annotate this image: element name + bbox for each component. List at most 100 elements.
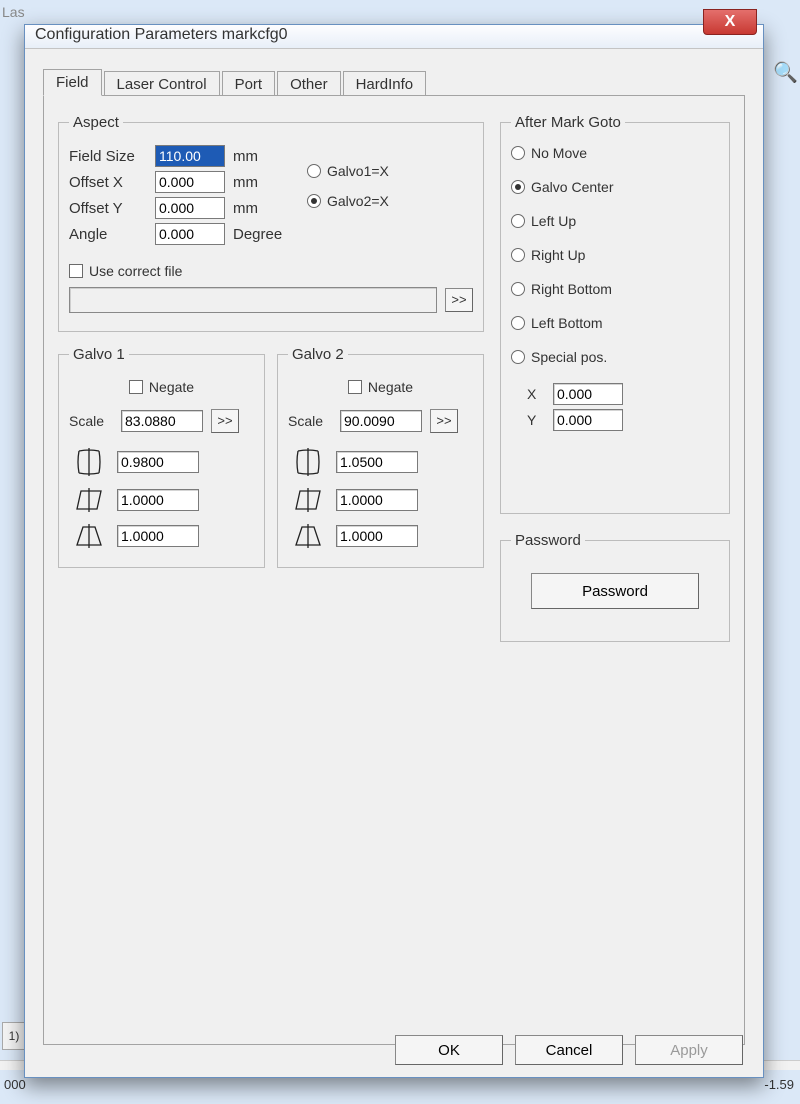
galvo2-trapezoid-input[interactable] bbox=[336, 525, 418, 547]
tab-hardinfo[interactable]: HardInfo bbox=[343, 71, 427, 98]
barrel-icon bbox=[288, 447, 328, 477]
radio-left-bottom-label: Left Bottom bbox=[531, 315, 603, 331]
close-button[interactable]: X bbox=[703, 9, 757, 35]
tab-laser-control[interactable]: Laser Control bbox=[104, 71, 220, 98]
password-group: Password Password bbox=[500, 532, 730, 642]
radio-galvo2x-label: Galvo2=X bbox=[327, 193, 389, 209]
apply-button[interactable]: Apply bbox=[635, 1035, 743, 1065]
ok-button[interactable]: OK bbox=[395, 1035, 503, 1065]
barrel-icon bbox=[69, 447, 109, 477]
radio-dot bbox=[511, 146, 525, 160]
radio-special-pos[interactable]: Special pos. bbox=[511, 349, 607, 365]
goto-y-label: Y bbox=[527, 412, 545, 428]
radio-dot bbox=[511, 282, 525, 296]
use-correct-file-label: Use correct file bbox=[89, 263, 182, 279]
galvo1-trapezoid-input[interactable] bbox=[117, 525, 199, 547]
radio-dot bbox=[511, 350, 525, 364]
radio-right-bottom[interactable]: Right Bottom bbox=[511, 281, 612, 297]
radio-right-bottom-label: Right Bottom bbox=[531, 281, 612, 297]
offset-y-input[interactable] bbox=[155, 197, 225, 219]
checkbox-box bbox=[348, 380, 362, 394]
goto-x-label: X bbox=[527, 386, 545, 402]
galvo2-negate-label: Negate bbox=[368, 379, 413, 395]
galvo1-scale-input[interactable] bbox=[121, 410, 203, 432]
offset-x-input[interactable] bbox=[155, 171, 225, 193]
galvo2-scale-label: Scale bbox=[288, 413, 332, 429]
radio-right-up[interactable]: Right Up bbox=[511, 247, 585, 263]
radio-galvo-center-label: Galvo Center bbox=[531, 179, 613, 195]
bg-app-name: Las bbox=[2, 4, 25, 20]
dialog-title: Configuration Parameters markcfg0 bbox=[35, 26, 288, 43]
radio-no-move-label: No Move bbox=[531, 145, 587, 161]
galvo1-scale-label: Scale bbox=[69, 413, 113, 429]
radio-left-bottom[interactable]: Left Bottom bbox=[511, 315, 603, 331]
galvo2-parallelogram-input[interactable] bbox=[336, 489, 418, 511]
tab-other[interactable]: Other bbox=[277, 71, 341, 98]
radio-dot bbox=[307, 194, 321, 208]
password-button[interactable]: Password bbox=[531, 573, 699, 609]
radio-galvo-center[interactable]: Galvo Center bbox=[511, 179, 613, 195]
radio-special-pos-label: Special pos. bbox=[531, 349, 607, 365]
tab-field[interactable]: Field bbox=[43, 69, 102, 96]
galvo1-scale-browse-button[interactable]: >> bbox=[211, 409, 239, 433]
use-correct-file-checkbox[interactable]: Use correct file bbox=[69, 263, 182, 279]
parallelogram-icon bbox=[288, 487, 328, 513]
bg-coord-left: 000 bbox=[4, 1077, 26, 1092]
tab-port[interactable]: Port bbox=[222, 71, 276, 98]
radio-no-move[interactable]: No Move bbox=[511, 145, 587, 161]
bg-coord-right: -1.59 bbox=[764, 1077, 794, 1092]
aspect-legend: Aspect bbox=[69, 114, 123, 131]
radio-left-up-label: Left Up bbox=[531, 213, 576, 229]
angle-label: Angle bbox=[69, 226, 147, 243]
galvo1-negate-checkbox[interactable]: Negate bbox=[129, 379, 194, 395]
offset-x-unit: mm bbox=[233, 174, 289, 191]
galvo1-negate-label: Negate bbox=[149, 379, 194, 395]
radio-dot bbox=[511, 214, 525, 228]
config-dialog: Configuration Parameters markcfg0 X Fiel… bbox=[24, 24, 764, 1078]
radio-left-up[interactable]: Left Up bbox=[511, 213, 576, 229]
browse-correct-file-button[interactable]: >> bbox=[445, 288, 473, 312]
galvo1-parallelogram-input[interactable] bbox=[117, 489, 199, 511]
after-mark-goto-group: After Mark Goto No Move Galvo Center Lef… bbox=[500, 114, 730, 514]
checkbox-box bbox=[69, 264, 83, 278]
parallelogram-icon bbox=[69, 487, 109, 513]
angle-input[interactable] bbox=[155, 223, 225, 245]
field-size-unit: mm bbox=[233, 148, 289, 165]
galvo2-legend: Galvo 2 bbox=[288, 346, 348, 363]
field-size-input[interactable] bbox=[155, 145, 225, 167]
cancel-button[interactable]: Cancel bbox=[515, 1035, 623, 1065]
zoom-icon: 🔍 bbox=[773, 60, 798, 85]
galvo1-barrel-input[interactable] bbox=[117, 451, 199, 473]
radio-dot bbox=[511, 180, 525, 194]
radio-galvo1x-label: Galvo1=X bbox=[327, 163, 389, 179]
galvo1-legend: Galvo 1 bbox=[69, 346, 129, 363]
goto-x-input[interactable] bbox=[553, 383, 623, 405]
trapezoid-icon bbox=[288, 523, 328, 549]
radio-galvo1x[interactable]: Galvo1=X bbox=[307, 163, 389, 179]
offset-x-label: Offset X bbox=[69, 174, 147, 191]
radio-dot bbox=[511, 316, 525, 330]
galvo2-group: Galvo 2 Negate Scale >> bbox=[277, 346, 484, 568]
password-legend: Password bbox=[511, 532, 585, 549]
angle-unit: Degree bbox=[233, 226, 289, 243]
galvo2-scale-input[interactable] bbox=[340, 410, 422, 432]
tab-panel-field: Aspect Field Size mm Offset X bbox=[43, 95, 745, 1045]
tab-bar: Field Laser Control Port Other HardInfo bbox=[43, 69, 745, 96]
radio-dot bbox=[307, 164, 321, 178]
galvo2-scale-browse-button[interactable]: >> bbox=[430, 409, 458, 433]
radio-right-up-label: Right Up bbox=[531, 247, 585, 263]
aspect-group: Aspect Field Size mm Offset X bbox=[58, 114, 484, 332]
goto-legend: After Mark Goto bbox=[511, 114, 625, 131]
radio-galvo2x[interactable]: Galvo2=X bbox=[307, 193, 389, 209]
trapezoid-icon bbox=[69, 523, 109, 549]
correct-file-path bbox=[69, 287, 437, 313]
offset-y-unit: mm bbox=[233, 200, 289, 217]
checkbox-box bbox=[129, 380, 143, 394]
galvo2-barrel-input[interactable] bbox=[336, 451, 418, 473]
bg-button: 1) bbox=[2, 1022, 26, 1050]
goto-y-input[interactable] bbox=[553, 409, 623, 431]
galvo1-group: Galvo 1 Negate Scale >> bbox=[58, 346, 265, 568]
field-size-label: Field Size bbox=[69, 148, 147, 165]
offset-y-label: Offset Y bbox=[69, 200, 147, 217]
galvo2-negate-checkbox[interactable]: Negate bbox=[348, 379, 413, 395]
